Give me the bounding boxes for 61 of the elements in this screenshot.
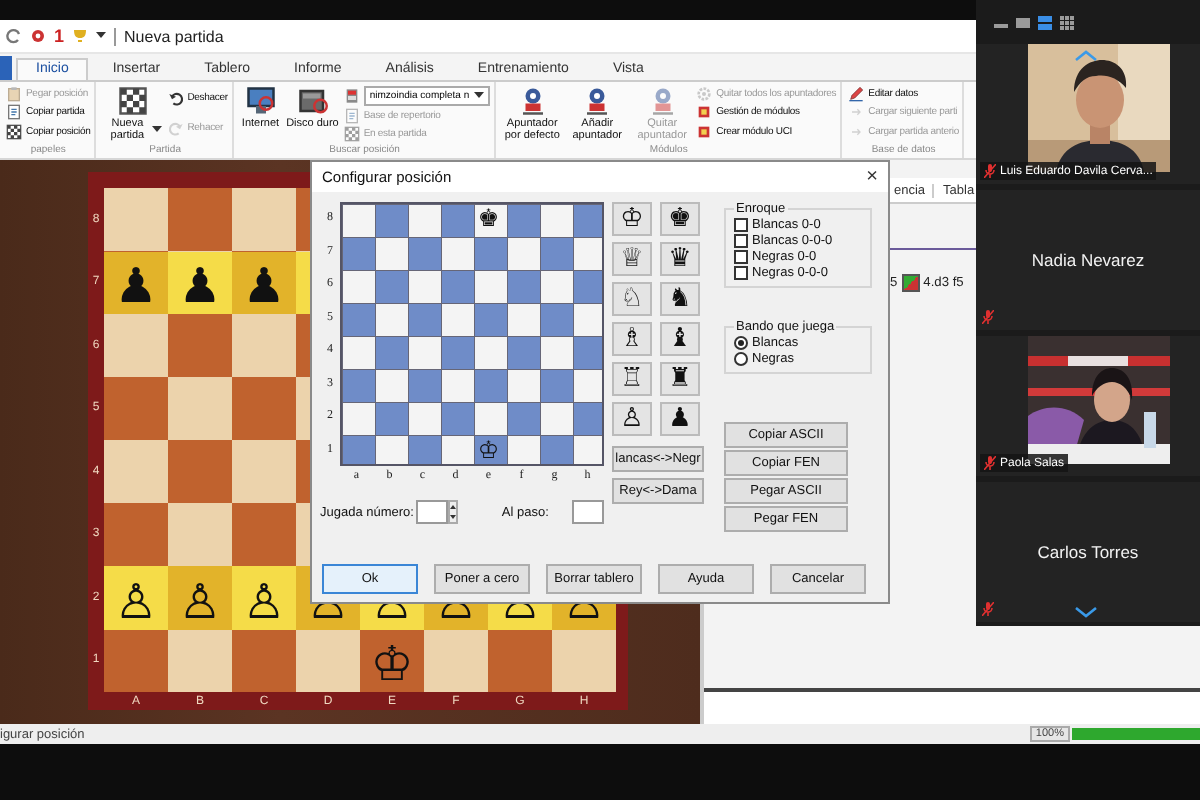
checkbox[interactable] <box>734 250 748 264</box>
board-icon <box>901 274 920 292</box>
chess-piece: ♚ <box>475 202 502 235</box>
checkbox[interactable] <box>734 266 748 280</box>
undo-icon <box>167 90 184 107</box>
chess-piece: ♟ <box>176 256 224 314</box>
view-button[interactable] <box>1038 15 1052 29</box>
chess-piece: ♔ <box>368 634 416 692</box>
arrow-icon <box>848 124 865 141</box>
move-number-field[interactable] <box>415 500 448 524</box>
setup-board[interactable] <box>340 202 604 466</box>
caret-icon <box>152 126 163 135</box>
chess-piece: ♔ <box>475 433 502 466</box>
refresh-icon[interactable] <box>6 28 22 44</box>
checkbox[interactable] <box>734 234 748 248</box>
piece-button[interactable]: ♖ <box>612 362 652 396</box>
monitor-icon <box>245 86 276 116</box>
robot-icon <box>582 86 613 116</box>
chess-piece: ♙ <box>240 571 288 629</box>
chess-piece: ♙ <box>176 571 224 629</box>
spinner[interactable] <box>447 500 458 524</box>
clipboard-icon <box>6 85 22 102</box>
chessboard-icon <box>6 124 22 141</box>
robot-icon <box>647 86 678 116</box>
chessboard-icon <box>118 86 149 116</box>
database-icon <box>343 87 360 103</box>
robot-icon <box>517 86 548 116</box>
view-button[interactable] <box>1016 15 1030 29</box>
chess-piece: ♙ <box>112 571 160 629</box>
view-button[interactable] <box>1060 15 1074 29</box>
chessboard-icon <box>343 125 360 141</box>
arrow-icon <box>848 104 865 121</box>
participant-name: Carlos Torres <box>1037 542 1139 562</box>
close-button[interactable]: × <box>866 166 878 188</box>
chess-piece: ♟ <box>112 256 160 314</box>
piece-button[interactable]: ♔ <box>612 202 652 236</box>
radio-button[interactable] <box>734 352 748 366</box>
redo-icon <box>167 119 184 136</box>
document-icon <box>6 104 22 121</box>
piece-button[interactable]: ♟ <box>660 402 700 436</box>
piece-button[interactable]: ♝ <box>660 322 700 356</box>
radio-button[interactable] <box>734 336 748 350</box>
en-passant-field[interactable] <box>572 500 604 524</box>
piece-button[interactable]: ♕ <box>612 242 652 276</box>
caret-icon[interactable] <box>96 32 107 40</box>
piece-button[interactable]: ♞ <box>660 282 700 316</box>
checkbox[interactable] <box>734 218 748 232</box>
participant-name: Nadia Nevarez <box>1031 250 1145 270</box>
window-title: Nueva partida <box>124 27 224 45</box>
quick-access-number[interactable]: 1 <box>54 26 65 46</box>
piece-button[interactable]: ♘ <box>612 282 652 316</box>
scroll-down-icon[interactable] <box>1074 606 1098 618</box>
caret-icon <box>473 91 484 99</box>
piece-button[interactable]: ♚ <box>660 202 700 236</box>
piece-button[interactable]: ♙ <box>612 402 652 436</box>
document-icon <box>343 107 360 123</box>
chess-piece: ♟ <box>240 256 288 314</box>
piece-button[interactable]: ♜ <box>660 362 700 396</box>
pencil-icon <box>848 85 865 102</box>
piece-button[interactable]: ♗ <box>612 322 652 356</box>
piece-button[interactable]: ♛ <box>660 242 700 276</box>
